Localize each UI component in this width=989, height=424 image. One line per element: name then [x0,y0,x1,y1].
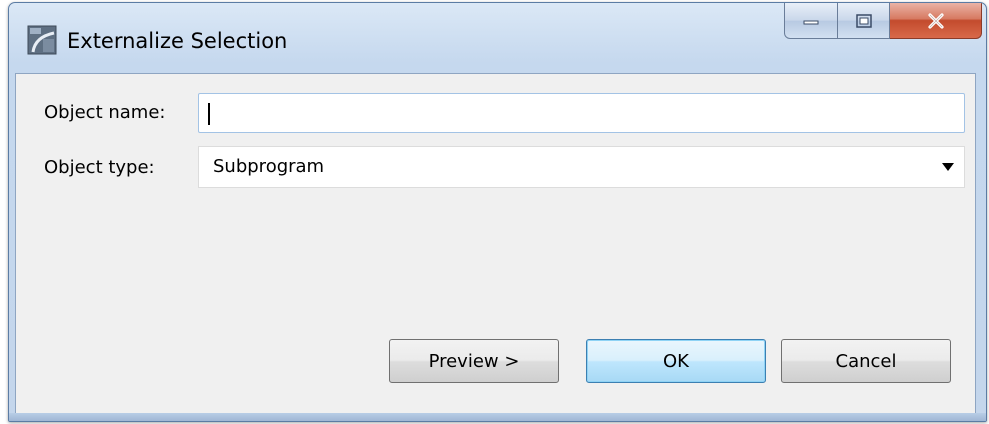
ok-button[interactable]: OK [586,339,766,383]
minimize-icon [803,20,819,24]
chevron-down-icon[interactable] [942,163,954,171]
object-type-value: Subprogram [213,156,325,177]
close-button[interactable] [890,3,982,39]
externalize-app-icon [27,25,57,55]
maximize-button[interactable] [838,3,890,39]
dialog-window: Externalize Selection Object name: Objec… [8,2,987,422]
object-type-select[interactable]: Subprogram [198,146,965,188]
dialog-content: Object name: Object type: Subprogram Pre… [15,73,976,416]
cancel-button[interactable]: Cancel [781,339,951,383]
window-bottom-border [9,413,986,421]
object-name-input[interactable] [198,93,965,133]
text-caret [208,103,210,125]
minimize-button[interactable] [784,3,838,39]
object-name-label: Object name: [44,102,166,123]
title-bar[interactable]: Externalize Selection [9,3,986,75]
window-title: Externalize Selection [67,29,288,53]
caption-buttons [784,3,982,41]
object-type-label: Object type: [44,157,155,178]
preview-button[interactable]: Preview > [389,339,559,383]
maximize-icon [855,13,872,28]
close-icon [927,12,944,29]
